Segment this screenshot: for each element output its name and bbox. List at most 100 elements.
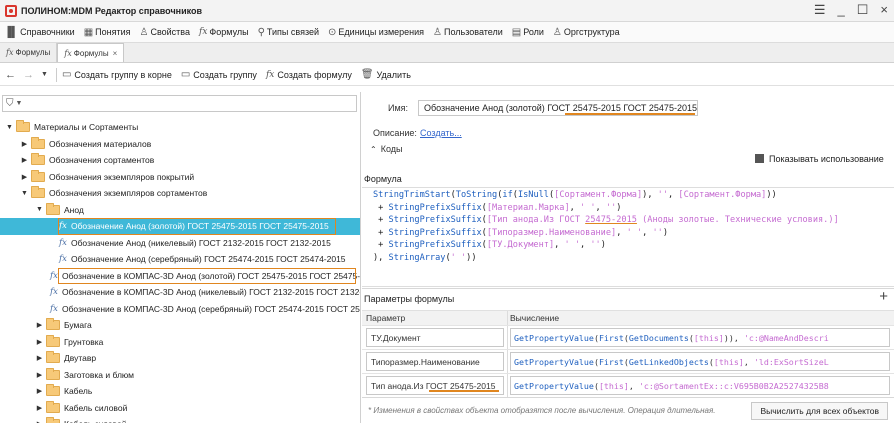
expand-right-icon[interactable]: ▶ — [35, 404, 44, 412]
formula-editor[interactable]: StringTrimStart(ToString(if(IsNull([Сорт… — [362, 187, 894, 287]
tree-formula[interactable]: fx Обозначение в КОМПАС-3D Анод (золотой)… — [0, 267, 360, 284]
menu-item-5[interactable]: ⊙ Единицы измерения — [328, 27, 424, 38]
expand-down-icon[interactable]: ▼ — [5, 124, 14, 131]
param-calc-field[interactable]: GetPropertyValue([this], 'c:@SortamentEx… — [510, 376, 890, 395]
expand-right-icon[interactable]: ▶ — [35, 321, 44, 329]
formula-token: [Сортамент.Форма] — [554, 190, 643, 200]
tree-item-label: Обозначения экземпляров сортаментов — [49, 188, 208, 199]
create-formula-button[interactable]: fx Создать формулу — [266, 70, 352, 80]
menu-item-0[interactable]: ▐▌ Справочники — [4, 27, 75, 38]
window-title: ПОЛИНОМ:MDM Редактор справочников — [21, 5, 203, 16]
tree-formula[interactable]: fx Обозначение Анод (золотой) ГОСТ 25475-… — [0, 218, 360, 235]
param-row: Тип анода.Из ГОСТ 25475-2015 GetPropertyV… — [362, 374, 894, 398]
folder-icon — [46, 202, 60, 215]
tree-folder[interactable]: ▼ Обозначения экземпляров сортаментов — [0, 185, 360, 202]
formula-token: 25475-2015 — [585, 215, 637, 225]
maximize-icon[interactable]: ☐ — [857, 2, 869, 18]
expand-right-icon[interactable]: ▶ — [35, 387, 44, 395]
folder-icon — [46, 417, 60, 423]
calculate-all-button[interactable]: Вычислить для всех объектов — [751, 402, 888, 420]
menu-item-8[interactable]: ♙ Оргструктура — [553, 27, 620, 38]
library-icon: ▐▌ — [4, 26, 19, 38]
chevron-up-icon: ⌃ — [370, 145, 377, 154]
menu-item-label: Справочники — [20, 27, 75, 37]
tree-folder[interactable]: ▶ Бумага — [0, 317, 360, 334]
formula-token: [Типоразмер.Наименование] — [486, 227, 617, 238]
tree-folder[interactable]: ▶ Заготовка и блюм — [0, 367, 360, 384]
create-group-button[interactable]: ▭ Создать группу — [181, 69, 257, 80]
expand-right-icon[interactable]: ▶ — [35, 354, 44, 362]
calc-token: )), — [723, 332, 744, 343]
param-calc-field[interactable]: GetPropertyValue(First(GetDocuments([thi… — [510, 328, 890, 347]
expand-right-icon[interactable]: ▶ — [35, 371, 44, 379]
menu-item-7[interactable]: ▤ Роли — [512, 27, 544, 38]
main-menu: ▐▌ Справочники ▦ Понятия ♙ Свойства fx Формулы ⚲… — [0, 22, 894, 43]
formula-token: , — [642, 227, 653, 238]
back-arrow-icon[interactable]: ← — [5, 69, 16, 81]
menu-item-1[interactable]: ▦ Понятия — [84, 27, 131, 38]
formula-token: [ТУ.Документ] — [486, 240, 555, 250]
calc-token: [this] — [598, 380, 629, 391]
formula-token: ' ' — [580, 202, 596, 213]
codes-toggle[interactable]: ⌃ Коды — [370, 144, 402, 154]
forward-arrow-icon[interactable]: → — [23, 69, 34, 81]
menu-item-label: Формулы — [209, 27, 249, 37]
tree-formula[interactable]: fx Обозначение в КОМПАС-3D Анод (серебрян… — [0, 301, 360, 318]
param-calc-field[interactable]: GetPropertyValue(First(GetLinkedObjects(… — [510, 352, 890, 371]
filter-dropdown[interactable]: ⛉ ▼ — [2, 95, 357, 112]
tree-folder[interactable]: ▶ Обозначения экземпляров покрытий — [0, 169, 360, 186]
hamburger-menu-icon[interactable]: ☰ — [814, 2, 826, 18]
expand-down-icon[interactable]: ▼ — [35, 206, 44, 213]
menu-item-4[interactable]: ⚲ Типы связей — [258, 27, 319, 38]
tab-formulas-1[interactable]: fx Формулы — [0, 43, 58, 62]
formula-token: )) — [466, 252, 477, 263]
tree-folder[interactable]: ▶ Обозначения сортаментов — [0, 152, 360, 169]
formula-token: ' ' — [450, 252, 467, 263]
tree-folder[interactable]: ▶ Обозначения материалов — [0, 136, 360, 153]
tree-folder[interactable]: ▶ Грунтовка — [0, 334, 360, 351]
expand-right-icon[interactable]: ▶ — [20, 173, 29, 181]
tab-label: Формулы — [15, 48, 51, 57]
tree-folder[interactable]: ▶ Двутавр — [0, 350, 360, 367]
expand-right-icon[interactable]: ▶ — [20, 140, 29, 148]
delete-button[interactable]: 🗑 Удалить — [361, 69, 411, 80]
add-param-icon[interactable]: + — [879, 288, 888, 305]
menu-item-2[interactable]: ♙ Свойства — [140, 27, 191, 38]
formula-section-title: Формула — [364, 174, 402, 184]
param-name-field[interactable]: ТУ.Документ — [366, 328, 504, 347]
tree-formula[interactable]: fx Обозначение Анод (серебряный) ГОСТ 254… — [0, 251, 360, 268]
description-label: Описание: — [373, 128, 417, 138]
tab-close-icon[interactable]: × — [113, 49, 118, 58]
folder-icon — [31, 169, 45, 182]
tree-formula[interactable]: fx Обозначение в КОМПАС-3D Анод (никелевы… — [0, 284, 360, 301]
name-value: Обозначение Анод (золотой) ГОСТ 25475-20… — [424, 103, 697, 113]
param-name-field[interactable]: Тип анода.Из ГОСТ 25475-2015 — [366, 376, 504, 395]
formula-line: + StringPrefixSuffix([ТУ.Документ], ' ',… — [373, 239, 894, 252]
history-dropdown-icon[interactable]: ▼ — [41, 71, 48, 78]
tree-folder[interactable]: ▶ Кабель — [0, 383, 360, 400]
formula-token: )) — [766, 190, 777, 200]
tree-folder[interactable]: ▶ Кабель силовой — [0, 400, 360, 417]
expand-down-icon[interactable]: ▼ — [20, 190, 29, 197]
expand-right-icon[interactable]: ▶ — [20, 156, 29, 164]
minimize-icon[interactable]: _ — [838, 2, 845, 18]
tab-formulas-2[interactable]: fx Формулы × — [57, 43, 125, 62]
tree-formula[interactable]: fx Обозначение Анод (никелевый) ГОСТ 2132… — [0, 235, 360, 252]
menu-item-3[interactable]: fx Формулы — [199, 27, 249, 37]
param-row: Типоразмер.Наименование GetPropertyValue(… — [362, 350, 894, 374]
formula-token: , — [668, 190, 679, 200]
formula-token: ) — [616, 202, 622, 213]
show-usage-button[interactable]: Показывать использование — [755, 154, 884, 164]
create-root-group-button[interactable]: ▭ Создать группу в корне — [62, 69, 172, 80]
param-name-field[interactable]: Типоразмер.Наименование — [366, 352, 504, 371]
param-calc-cell: GetPropertyValue(First(GetDocuments([thi… — [508, 326, 894, 349]
tree-folder[interactable]: ▼ Анод — [0, 202, 360, 219]
tree-folder[interactable]: ▶Кабель судовой — [0, 416, 360, 423]
create-description-link[interactable]: Создать... — [420, 128, 462, 138]
menu-item-6[interactable]: ♙ Пользователи — [433, 27, 503, 38]
close-icon[interactable]: × — [880, 2, 888, 18]
tree-folder[interactable]: ▼ Материалы и Сортаменты — [0, 119, 360, 136]
filter-icon: ⛉ — [6, 98, 14, 109]
tree-item-label: Заготовка и блюм — [64, 369, 135, 380]
expand-right-icon[interactable]: ▶ — [35, 338, 44, 346]
